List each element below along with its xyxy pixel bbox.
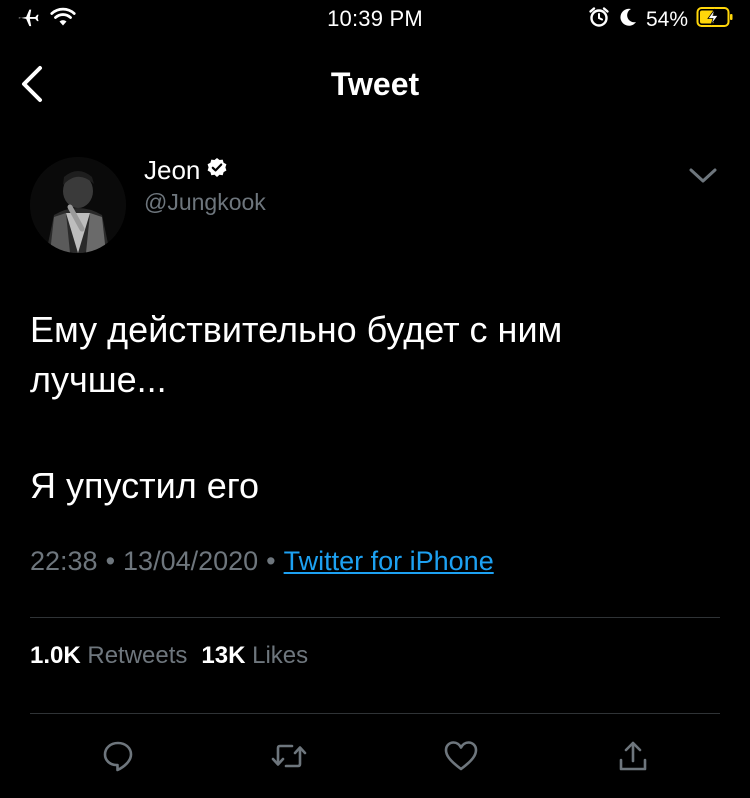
- author-name-row: Jeon: [144, 155, 228, 186]
- battery-percent: 54%: [645, 8, 688, 31]
- tweet-menu-button[interactable]: [686, 159, 720, 193]
- tweet-stats: 1.0K Retweets 13K Likes: [30, 642, 322, 670]
- retweets-label: Retweets: [87, 642, 188, 669]
- divider: [30, 617, 720, 618]
- likes-label: Likes: [252, 642, 309, 669]
- avatar[interactable]: [30, 157, 126, 253]
- tweet-line: Я упустил его: [30, 465, 260, 506]
- share-button[interactable]: [610, 735, 656, 781]
- meta-separator: •: [266, 546, 276, 576]
- share-icon: [617, 739, 649, 778]
- tweet-actions: [0, 735, 750, 781]
- author-name[interactable]: Jeon: [144, 155, 200, 186]
- alarm-icon: [588, 6, 610, 34]
- tweet-meta: 22:38 • 13/04/2020 • Twitter for iPhone: [30, 546, 494, 577]
- retweets-count: 1.0K: [30, 642, 81, 669]
- tweet-date: 13/04/2020: [123, 546, 259, 576]
- like-button[interactable]: [438, 735, 484, 781]
- status-right: 54%: [588, 6, 734, 34]
- likes-stat[interactable]: 13K Likes: [201, 642, 322, 669]
- chevron-down-icon: [686, 168, 720, 197]
- likes-count: 13K: [201, 642, 246, 669]
- moon-icon: [618, 7, 638, 33]
- retweet-button[interactable]: [266, 735, 312, 781]
- retweet-icon: [270, 739, 308, 778]
- tweet-source-link[interactable]: Twitter for iPhone: [284, 546, 494, 576]
- tweet-line: Ему действительно будет с ним: [30, 309, 563, 350]
- tweet-text: Ему действительно будет с ним лучше... Я…: [30, 305, 720, 511]
- reply-button[interactable]: [95, 735, 141, 781]
- reply-icon: [101, 739, 135, 778]
- divider: [30, 713, 720, 714]
- retweets-stat[interactable]: 1.0K Retweets: [30, 642, 201, 669]
- page-title: Tweet: [330, 66, 420, 102]
- nav-bar: Tweet: [0, 50, 750, 120]
- tweet-line: лучше...: [30, 359, 167, 400]
- battery-charging-icon: [696, 6, 734, 34]
- verified-badge-icon: [206, 157, 228, 184]
- like-icon: [443, 739, 479, 778]
- author-handle[interactable]: @Jungkook: [144, 189, 266, 216]
- tweet-author: Jeon @Jungkook: [30, 155, 720, 255]
- status-bar: 10:39 PM 54%: [0, 0, 750, 40]
- meta-separator: •: [105, 546, 116, 576]
- tweet-time: 22:38: [30, 546, 98, 576]
